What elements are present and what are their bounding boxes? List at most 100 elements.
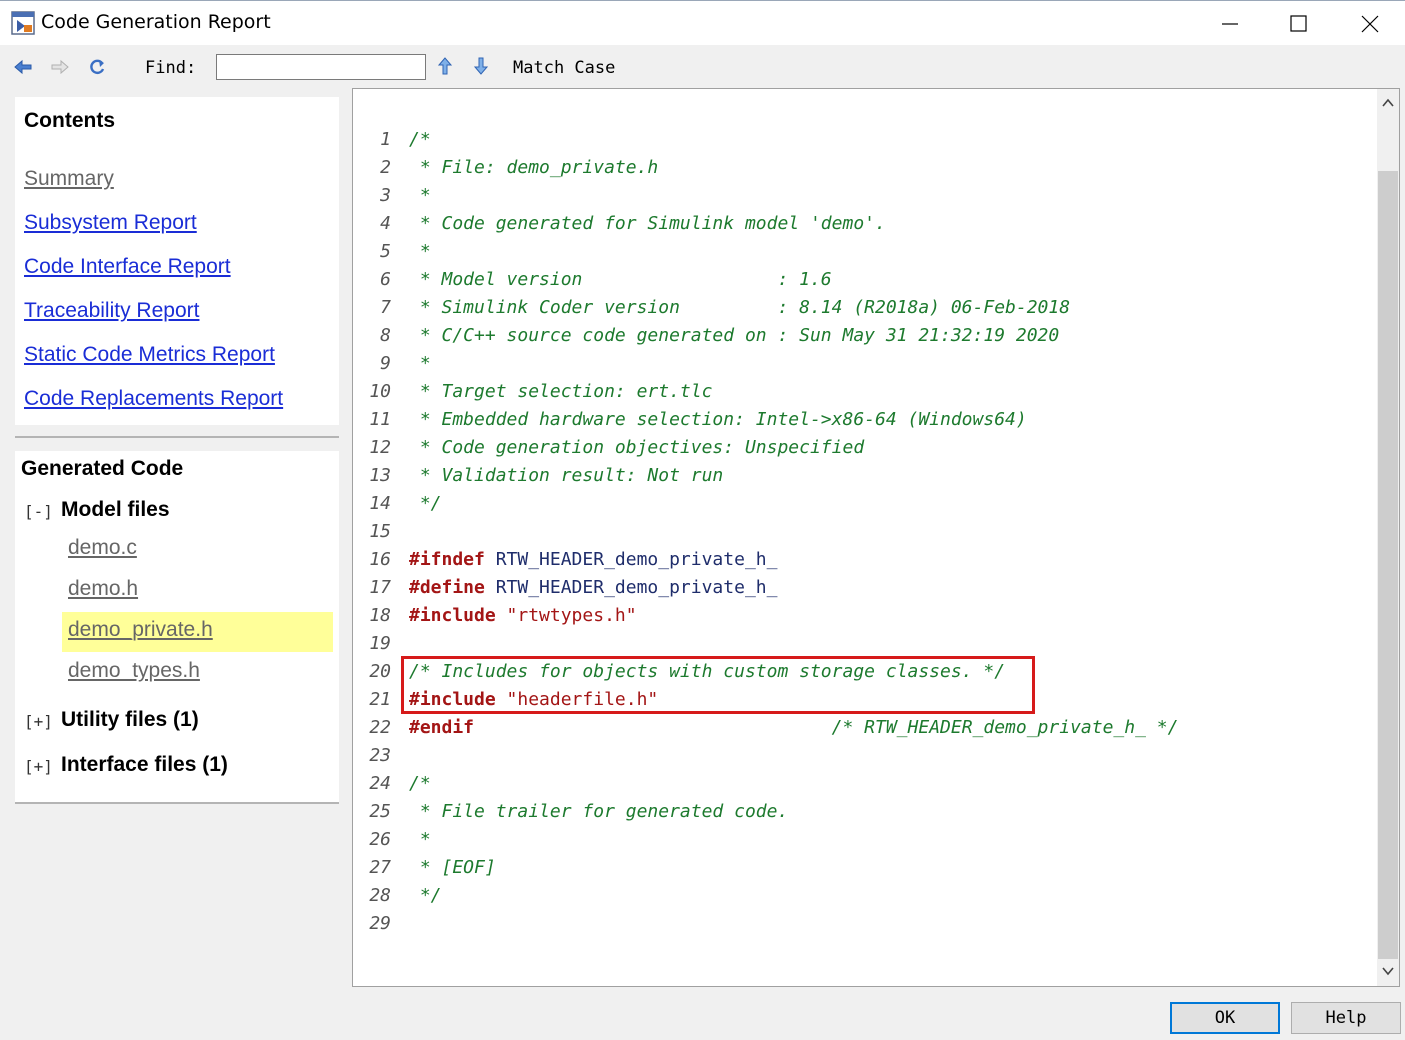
line-number: 7 [380, 297, 391, 318]
ok-button[interactable]: OK [1170, 1002, 1280, 1034]
code-text: */ [409, 493, 442, 514]
line-number: 8 [380, 325, 391, 346]
code-text: * Code generation objectives: Unspecifie… [409, 437, 864, 458]
window-title: Code Generation Report [41, 11, 271, 33]
subsystem-report-link[interactable]: Subsystem Report [24, 211, 197, 235]
code-text: * Code generated for Simulink model 'dem… [409, 213, 886, 234]
code-token: * File trailer for generated code. [409, 801, 789, 822]
interface-files-toggle[interactable]: [+] [24, 757, 53, 776]
code-view[interactable]: 1 /* 2 * File: demo_private.h 3 * 4 * Code g… [352, 88, 1400, 987]
model-files-toggle[interactable]: [-] [24, 502, 53, 521]
code-token: #include [409, 605, 496, 626]
line-number: 12 [369, 437, 391, 458]
find-label: Find: [145, 58, 197, 78]
code-token: #endif [409, 717, 475, 738]
code-replacements-report-link[interactable]: Code Replacements Report [24, 387, 283, 411]
line-number: 19 [369, 633, 391, 654]
minimize-button[interactable] [1195, 1, 1265, 46]
line-number: 22 [369, 717, 391, 738]
find-input[interactable] [216, 54, 426, 80]
line-number: 20 [369, 661, 391, 682]
code-text: * Embedded hardware selection: Intel->x8… [409, 409, 1027, 430]
code-token: RTW_HEADER_demo_private_h_ [484, 577, 778, 598]
code-token: * C/C++ source code generated on : Sun M… [409, 325, 1060, 346]
line-number: 9 [380, 353, 391, 374]
divider [15, 802, 339, 804]
code-token: "rtwtypes.h" [495, 605, 637, 626]
utility-files-toggle[interactable]: [+] [24, 712, 53, 731]
code-token: * Model version : 1.6 [409, 269, 832, 290]
refresh-icon[interactable] [86, 57, 108, 77]
file-link-demo-private-h[interactable]: demo_private.h [68, 618, 213, 642]
line-number: 26 [369, 829, 391, 850]
navigation-panel: Contents Summary Subsystem Report Code I… [15, 97, 339, 804]
line-number: 10 [369, 381, 391, 402]
file-link-demo-types-h[interactable]: demo_types.h [68, 659, 200, 683]
line-number: 15 [369, 521, 391, 542]
code-token: * Target selection: ert.tlc [409, 381, 713, 402]
highlight-annotation-box [401, 656, 1035, 714]
code-text: * Simulink Coder version : 8.14 (R2018a)… [409, 297, 1070, 318]
code-text: * [EOF] [409, 857, 496, 878]
line-number: 3 [380, 185, 391, 206]
summary-link[interactable]: Summary [24, 167, 114, 191]
code-text: #include "rtwtypes.h" [409, 605, 637, 626]
code-token: * [409, 185, 431, 206]
code-token: /* [409, 129, 431, 150]
vertical-scrollbar[interactable] [1377, 89, 1399, 986]
scroll-up-icon[interactable] [1380, 95, 1396, 111]
code-text: * [409, 185, 431, 206]
scroll-down-icon[interactable] [1380, 963, 1396, 979]
line-number: 28 [369, 885, 391, 906]
code-token: #ifndef [409, 549, 485, 570]
contents-heading: Contents [24, 109, 115, 132]
forward-arrow-icon[interactable] [49, 57, 71, 77]
code-text: * [409, 241, 431, 262]
code-token: */ [409, 493, 442, 514]
model-files-label[interactable]: Model files [61, 498, 170, 522]
file-link-demo-c[interactable]: demo.c [68, 536, 137, 560]
back-arrow-icon[interactable] [12, 57, 34, 77]
close-button[interactable] [1335, 1, 1405, 46]
file-link-demo-h[interactable]: demo.h [68, 577, 138, 601]
code-text: * File trailer for generated code. [409, 801, 788, 822]
code-token: /* [409, 773, 431, 794]
code-text: /* [409, 129, 431, 150]
line-number: 23 [369, 745, 391, 766]
scrollbar-thumb[interactable] [1378, 171, 1398, 959]
find-previous-arrow-icon[interactable] [434, 56, 456, 76]
code-token: * Validation result: Not run [409, 465, 724, 486]
code-text: #ifndef RTW_HEADER_demo_private_h_ [409, 549, 777, 570]
maximize-icon [1290, 15, 1307, 32]
find-next-arrow-icon[interactable] [470, 56, 492, 76]
code-token: * [409, 353, 431, 374]
generated-code-heading: Generated Code [21, 457, 184, 480]
maximize-button[interactable] [1264, 1, 1334, 46]
app-icon [11, 11, 35, 35]
interface-files-label[interactable]: Interface files (1) [61, 753, 228, 777]
match-case-toggle[interactable]: Match Case [513, 58, 615, 78]
code-token: * Code generated for Simulink model 'dem… [409, 213, 886, 234]
static-code-metrics-report-link[interactable]: Static Code Metrics Report [24, 343, 275, 367]
code-token: * Embedded hardware selection: Intel->x8… [409, 409, 1027, 430]
line-number: 1 [380, 129, 391, 150]
help-button[interactable]: Help [1291, 1002, 1401, 1034]
contents-section: Contents Summary Subsystem Report Code I… [15, 97, 339, 425]
code-token: RTW_HEADER_demo_private_h_ [484, 549, 778, 570]
utility-files-label[interactable]: Utility files (1) [61, 708, 199, 732]
minimize-icon [1222, 23, 1238, 25]
code-token: * [409, 241, 431, 262]
code-token: #define [409, 577, 485, 598]
code-text: * File: demo_private.h [409, 157, 658, 178]
title-bar[interactable]: Code Generation Report [0, 0, 1405, 45]
line-number: 13 [369, 465, 391, 486]
code-text: * Target selection: ert.tlc [409, 381, 713, 402]
traceability-report-link[interactable]: Traceability Report [24, 299, 199, 323]
code-text: * [409, 353, 431, 374]
line-number: 6 [380, 269, 391, 290]
code-text: * [409, 829, 431, 850]
line-number: 25 [369, 801, 391, 822]
divider [15, 436, 339, 438]
code-interface-report-link[interactable]: Code Interface Report [24, 255, 231, 279]
code-text: #define RTW_HEADER_demo_private_h_ [409, 577, 777, 598]
